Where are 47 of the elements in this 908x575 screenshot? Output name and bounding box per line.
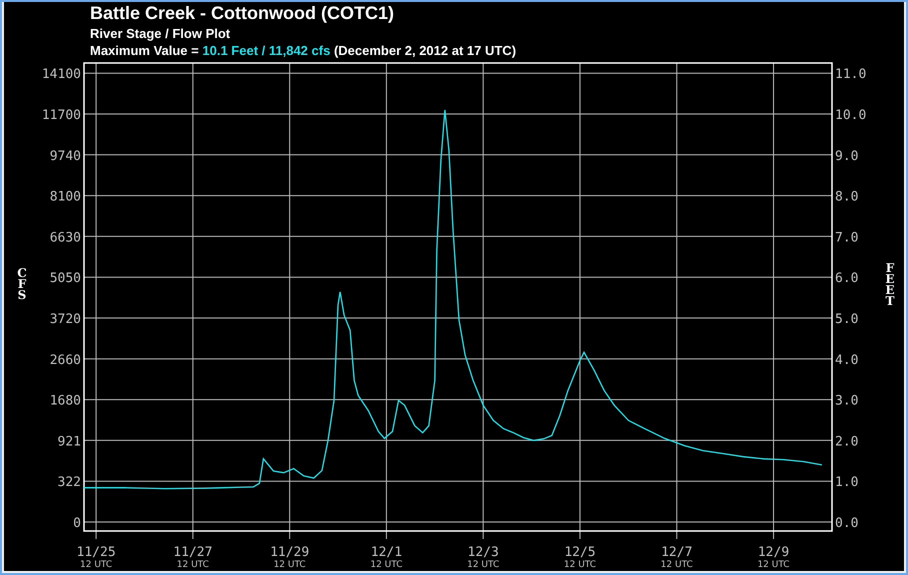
x-tick-label: 12/7 xyxy=(661,545,692,560)
x-tick-label: 12/3 xyxy=(468,545,499,560)
y-tick-label: 2.0 xyxy=(835,434,858,450)
x-tick-sublabel: 12 UTC xyxy=(467,560,500,570)
x-tick-sublabel: 12 UTC xyxy=(564,560,596,570)
max-value-date: (December 2, 2012 at 17 UTC) xyxy=(334,43,516,58)
cfs-tick-label: 1680 xyxy=(50,394,81,409)
cfs-tick-label: 14100 xyxy=(42,67,81,82)
y-tick-label: 10.0 xyxy=(835,108,866,123)
x-tick-label: 11/27 xyxy=(173,545,212,560)
cfs-tick-label: 3720 xyxy=(50,312,81,328)
y-axis-title: FEET xyxy=(885,261,895,308)
cfs-tick-label: 6630 xyxy=(50,230,81,246)
cfs-axis-title: CFS xyxy=(17,266,27,302)
y-tick-label: 9.0 xyxy=(835,148,858,164)
cfs-tick-label: 9740 xyxy=(50,148,81,164)
x-tick-sublabel: 12 UTC xyxy=(370,560,402,570)
max-value: 10.1 Feet / 11,842 cfs xyxy=(202,43,330,58)
y-tick-label: 0.0 xyxy=(835,516,858,532)
cfs-tick-label: 322 xyxy=(58,475,81,490)
y-tick-label: 3.0 xyxy=(835,394,858,409)
x-tick-label: 11/25 xyxy=(76,545,116,560)
x-tick-sublabel: 12 UTC xyxy=(274,560,306,570)
x-tick-label: 12/1 xyxy=(370,545,402,560)
cfs-tick-label: 5050 xyxy=(50,271,81,286)
x-tick-sublabel: 12 UTC xyxy=(176,560,209,570)
x-tick-sublabel: 12 UTC xyxy=(80,560,112,570)
y-tick-label: 5.0 xyxy=(835,312,858,328)
x-tick-label: 11/29 xyxy=(270,545,310,560)
y-tick-label: 11.0 xyxy=(835,67,866,82)
y-tick-label: 8.0 xyxy=(835,190,858,205)
cfs-tick-label: 8100 xyxy=(50,190,81,205)
x-tick-label: 12/9 xyxy=(758,545,790,560)
chart-subtitle: River Stage / Flow Plot xyxy=(90,25,232,42)
cfs-tick-label: 921 xyxy=(58,434,81,450)
x-tick-sublabel: 12 UTC xyxy=(660,560,693,570)
x-tick-sublabel: 12 UTC xyxy=(757,560,790,570)
y-tick-label: 4.0 xyxy=(835,352,858,368)
max-value-label: Maximum Value = xyxy=(90,43,199,58)
cfs-tick-label: 11700 xyxy=(42,108,81,123)
x-tick-label: 12/5 xyxy=(564,545,596,560)
cfs-tick-label: 0 xyxy=(73,516,81,532)
y-tick-label: 1.0 xyxy=(835,475,858,490)
chart-title: Battle Creek - Cottonwood (COTC1) xyxy=(90,2,395,25)
cfs-tick-label: 2660 xyxy=(50,352,81,368)
y-tick-label: 7.0 xyxy=(835,230,858,246)
y-tick-label: 6.0 xyxy=(835,271,858,286)
